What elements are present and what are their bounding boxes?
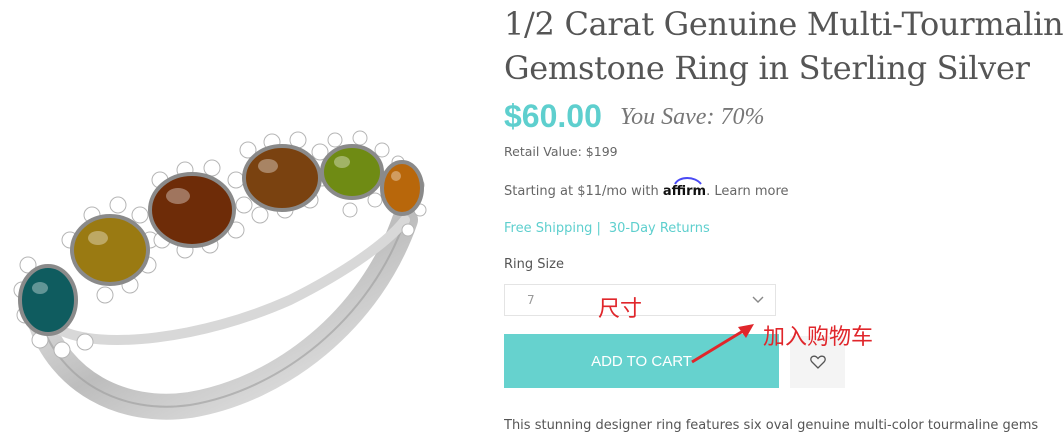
product-image[interactable]	[0, 0, 490, 436]
learn-more-link[interactable]: Learn more	[714, 184, 788, 199]
size-annotation: 尺寸	[598, 297, 643, 322]
product-description: This stunning designer ring features six…	[504, 418, 1039, 433]
cart-annotation: 加入购物车	[763, 325, 874, 350]
financing-line: Starting at $11/mo with affirm. Learn mo…	[504, 177, 789, 199]
financing-suffix: .	[706, 184, 711, 199]
arrow-icon	[691, 324, 754, 364]
sale-price: $60.00	[504, 98, 602, 134]
heart-icon	[809, 355, 826, 369]
affirm-arc-icon	[673, 177, 702, 185]
affirm-logo: affirm	[662, 177, 707, 199]
you-save-text: You Save: 70%	[620, 104, 765, 130]
free-shipping-link[interactable]: Free Shipping	[504, 221, 592, 236]
shipping-info: Free Shipping | 30-Day Returns	[504, 221, 710, 236]
financing-prefix: Starting at $11/mo with	[504, 184, 659, 199]
ring-illustration	[13, 130, 427, 420]
ring-size-value: 7	[527, 293, 535, 307]
affirm-brand: affirm	[662, 184, 707, 199]
title-line-2: Gemstone Ring in Sterling Silver	[504, 49, 1030, 87]
retail-value: Retail Value: $199	[504, 144, 618, 159]
returns-link[interactable]: 30-Day Returns	[609, 221, 710, 236]
title-line-1: 1/2 Carat Genuine Multi-Tourmaline	[504, 5, 1064, 43]
ring-size-label: Ring Size	[504, 257, 564, 272]
product-title: 1/2 Carat Genuine Multi-Tourmaline Gemst…	[504, 2, 1064, 90]
chevron-down-icon	[752, 296, 764, 303]
shipping-separator: |	[596, 221, 601, 236]
